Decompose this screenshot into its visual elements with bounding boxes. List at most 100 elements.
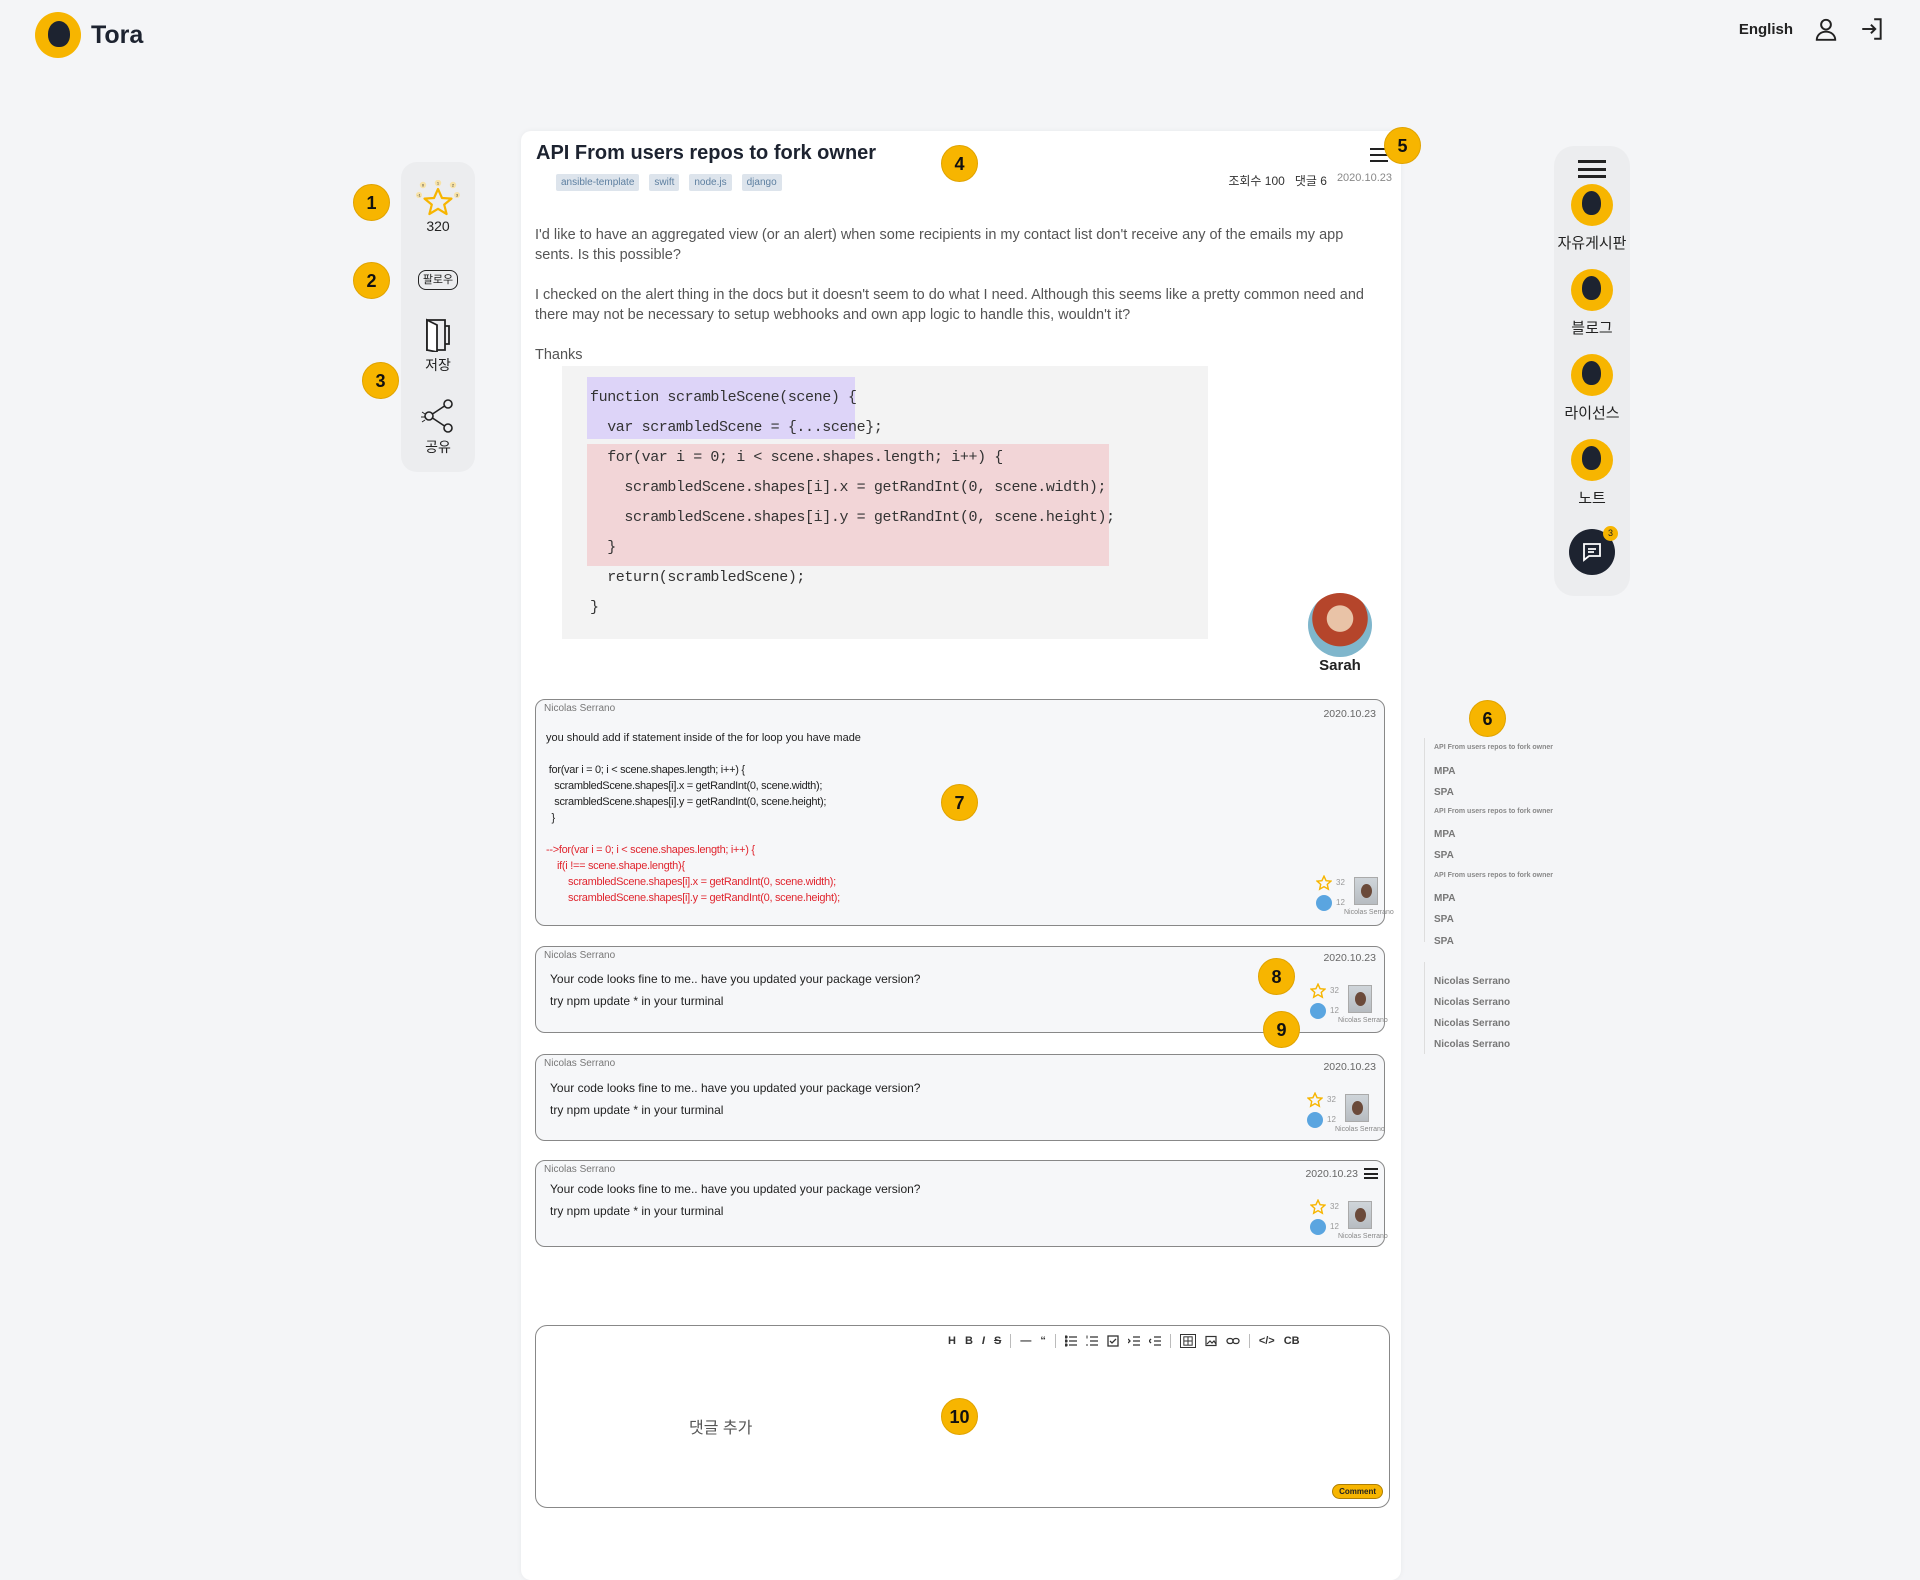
tora-cat-icon xyxy=(1571,354,1613,396)
sign-in-icon[interactable] xyxy=(1859,16,1885,42)
tag[interactable]: swift xyxy=(649,174,680,191)
toc-section[interactable]: API From users repos to fork owner xyxy=(1434,808,1553,815)
brand-name: Tora xyxy=(91,20,144,49)
code-button[interactable]: </> xyxy=(1259,1335,1275,1347)
chat-icon xyxy=(1583,543,1601,562)
language-switch[interactable]: English xyxy=(1739,21,1793,38)
code-block: function scrambleScene(scene) { var scra… xyxy=(562,366,1208,639)
reply-count: 12 xyxy=(1330,1222,1339,1231)
like-count: 32 xyxy=(1336,878,1345,887)
outdent-icon[interactable] xyxy=(1148,1335,1161,1347)
quote-button[interactable]: “ xyxy=(1040,1335,1046,1347)
bullet-list-icon[interactable] xyxy=(1064,1335,1077,1347)
comment-date: 2020.10.23 xyxy=(1305,1168,1358,1180)
toc-item[interactable]: SPA xyxy=(1434,850,1454,861)
avatar[interactable] xyxy=(1348,985,1372,1013)
tag[interactable]: node.js xyxy=(689,174,732,191)
code-line: var scrambledScene = {...scene}; xyxy=(590,419,883,436)
italic-button[interactable]: I xyxy=(982,1335,985,1347)
author-avatar[interactable] xyxy=(1308,593,1372,657)
strike-button[interactable]: S xyxy=(994,1335,1001,1347)
avatar[interactable] xyxy=(1345,1094,1369,1122)
nav-note[interactable]: 노트 xyxy=(1554,439,1630,508)
comment-author[interactable]: Nicolas Serrano xyxy=(544,1058,615,1069)
tora-logo-icon xyxy=(35,12,81,58)
image-icon[interactable] xyxy=(1205,1335,1217,1347)
nav-license[interactable]: 라이선스 xyxy=(1554,354,1630,423)
toc-item[interactable]: MPA xyxy=(1434,766,1455,777)
save-button[interactable]: 저장 xyxy=(401,318,475,375)
toc-item[interactable]: SPA xyxy=(1434,787,1454,798)
task-list-icon[interactable] xyxy=(1107,1335,1119,1347)
toc-item[interactable]: Nicolas Serrano xyxy=(1434,1018,1510,1029)
toc-item[interactable]: MPA xyxy=(1434,829,1455,840)
table-icon[interactable] xyxy=(1179,1334,1196,1348)
code-line: } xyxy=(590,599,599,616)
bold-button[interactable]: B xyxy=(965,1335,973,1347)
nav-label: 자유게시판 xyxy=(1557,235,1627,252)
comment-date: 2020.10.23 xyxy=(1323,952,1376,964)
star-count: 320 xyxy=(426,218,450,234)
avatar[interactable] xyxy=(1348,1201,1372,1229)
comment-code-line: scrambledScene.shapes[i].y = getRandInt(… xyxy=(546,796,827,808)
comment-author[interactable]: Nicolas Serrano xyxy=(544,703,615,714)
code-line: for(var i = 0; i < scene.shapes.length; … xyxy=(590,449,1003,466)
comment-card: Nicolas Serrano 2020.10.23 Your code loo… xyxy=(535,946,1388,1033)
comment-author[interactable]: Nicolas Serrano xyxy=(544,1164,615,1175)
star-icon[interactable] xyxy=(1310,1199,1326,1215)
reply-icon[interactable] xyxy=(1316,895,1332,911)
chat-badge: 3 xyxy=(1603,526,1618,541)
reply-icon[interactable] xyxy=(1310,1003,1326,1019)
tag[interactable]: django xyxy=(741,174,782,191)
nav-free-board[interactable]: 자유게시판 xyxy=(1554,184,1630,253)
hr-button[interactable]: — xyxy=(1020,1335,1031,1347)
star-rating[interactable]: 0 1 2 -1 3 320 xyxy=(401,179,475,234)
comment-author[interactable]: Nicolas Serrano xyxy=(544,950,615,961)
comment-actions: 32 12 Nicolas Serrano xyxy=(1310,983,1390,1027)
tora-cat-icon xyxy=(1571,439,1613,481)
brand-logo[interactable]: Tora xyxy=(35,12,143,58)
callout-marker: 6 xyxy=(1469,700,1506,737)
toolbar-divider xyxy=(1010,1334,1012,1348)
code-block-button[interactable]: CB xyxy=(1284,1335,1300,1347)
star-icon[interactable] xyxy=(1310,983,1326,999)
follow-button[interactable]: 팔로우 xyxy=(417,270,459,290)
hamburger-icon[interactable] xyxy=(1578,160,1606,178)
toc-item[interactable]: SPA xyxy=(1434,914,1454,925)
comments-count: 6 xyxy=(1320,174,1327,188)
avatar-name: Nicolas Serrano xyxy=(1344,909,1394,916)
views-count: 100 xyxy=(1264,174,1285,188)
toc-item[interactable]: Nicolas Serrano xyxy=(1434,997,1510,1008)
views-label: 조회수 xyxy=(1228,174,1262,188)
toolbar-divider xyxy=(1054,1334,1056,1348)
star-icon[interactable]: 0 1 2 -1 3 xyxy=(415,179,461,218)
category-rail: 자유게시판 블로그 라이선스 노트 3 xyxy=(1554,146,1630,596)
author-name[interactable]: Sarah xyxy=(1308,657,1372,674)
comment-menu-icon[interactable] xyxy=(1364,1168,1378,1179)
indent-icon[interactable] xyxy=(1127,1335,1140,1347)
comment-fix-line: -->for(var i = 0; i < scene.shapes.lengt… xyxy=(546,844,755,856)
tag[interactable]: ansible-template xyxy=(556,174,640,191)
star-icon[interactable] xyxy=(1316,875,1332,891)
toc-item[interactable]: SPA xyxy=(1434,936,1454,947)
numbered-list-icon[interactable] xyxy=(1085,1335,1098,1347)
toc-item[interactable]: Nicolas Serrano xyxy=(1434,1039,1510,1050)
user-icon[interactable] xyxy=(1813,16,1839,42)
reply-icon[interactable] xyxy=(1307,1112,1323,1128)
link-icon[interactable] xyxy=(1226,1335,1240,1347)
toc-section[interactable]: API From users repos to fork owner xyxy=(1434,744,1553,751)
comment-submit-button[interactable]: Comment xyxy=(1332,1484,1383,1499)
post-date: 2020.10.23 xyxy=(1336,172,1392,184)
share-button[interactable]: 공유 xyxy=(401,398,475,457)
heading-button[interactable]: H xyxy=(948,1335,956,1347)
avatar[interactable] xyxy=(1354,877,1378,905)
avatar-name: Nicolas Serrano xyxy=(1335,1126,1385,1133)
nav-blog[interactable]: 블로그 xyxy=(1554,269,1630,338)
toc-section[interactable]: API From users repos to fork owner xyxy=(1434,872,1553,879)
toc-item[interactable]: MPA xyxy=(1434,893,1455,904)
chat-button[interactable]: 3 xyxy=(1569,526,1618,575)
star-icon[interactable] xyxy=(1307,1092,1323,1108)
reply-icon[interactable] xyxy=(1310,1219,1326,1235)
toc-item[interactable]: Nicolas Serrano xyxy=(1434,976,1510,987)
comment-input-placeholder[interactable]: 댓글 추가 xyxy=(689,1414,752,1438)
